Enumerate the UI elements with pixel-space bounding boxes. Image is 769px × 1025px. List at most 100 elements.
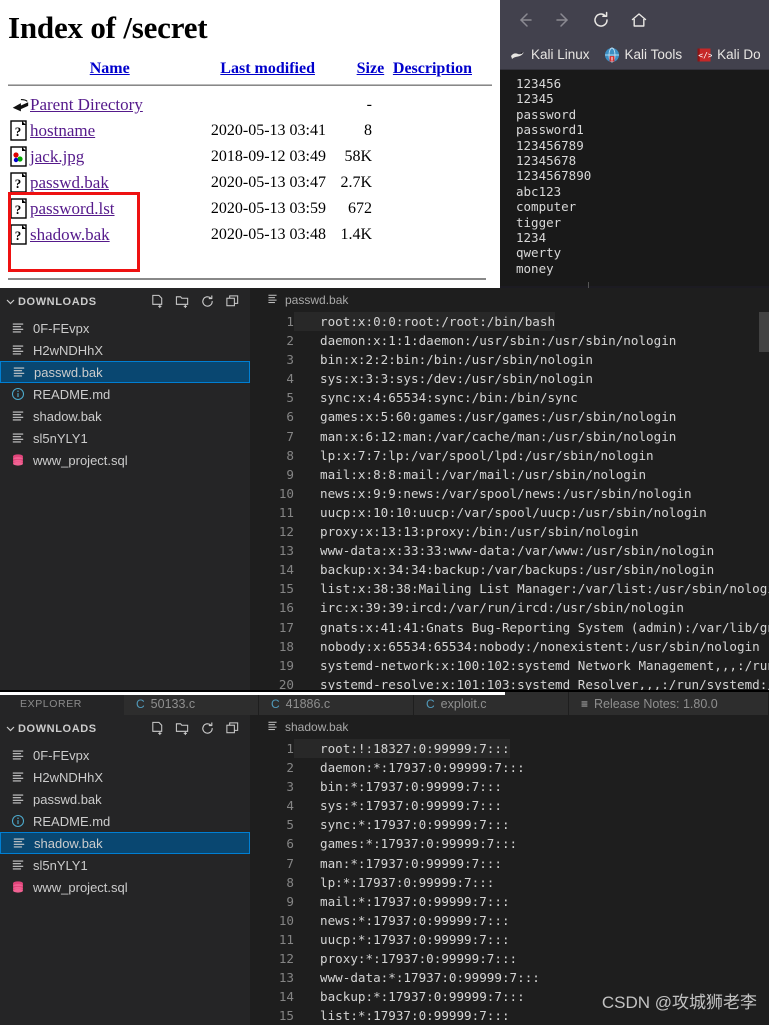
new-folder-icon[interactable] — [174, 721, 190, 737]
reload-icon[interactable] — [590, 9, 612, 31]
last-modified-cell: 2018-09-12 03:49 — [175, 148, 330, 166]
line-number: 18 — [258, 637, 294, 656]
bookmark-label: Kali Do — [717, 47, 761, 62]
vscode-window-top: DOWNLOADS 0F-FEvpxH2wNDHhXpasswd.bakREAD… — [0, 288, 769, 692]
file-link[interactable]: password.lst — [30, 199, 115, 218]
tab-label: 50133.c — [151, 697, 195, 711]
back-arrow-icon — [0, 94, 30, 116]
line-number: 12 — [258, 949, 294, 968]
vertical-scrollbar[interactable] — [759, 312, 769, 352]
text-file-icon — [10, 747, 26, 763]
text-file-icon — [266, 719, 279, 735]
file-item-label: sl5nYLY1 — [33, 858, 88, 873]
tab-41886.c[interactable]: C41886.c — [259, 692, 414, 715]
file-link[interactable]: Parent Directory — [30, 95, 143, 114]
new-folder-icon[interactable] — [174, 294, 190, 310]
password-entry: 1234 — [516, 230, 769, 245]
column-size[interactable]: Size — [348, 60, 393, 84]
file-item-h2wndhhx[interactable]: H2wNDHhX — [0, 766, 250, 788]
file-item-passwd-bak[interactable]: passwd.bak — [0, 361, 250, 383]
file-link-cell: hostname — [30, 121, 175, 141]
directory-row: ? shadow.bak 2020-05-13 03:481.4K — [0, 222, 500, 248]
chevron-down-icon[interactable] — [2, 296, 18, 307]
line-text: uucp:*:17937:0:99999:7::: — [294, 930, 510, 949]
file-item-shadow-bak[interactable]: shadow.bak — [0, 405, 250, 427]
breadcrumb[interactable]: passwd.bak — [258, 288, 769, 312]
collapse-all-icon[interactable] — [224, 721, 240, 737]
code-content-passwd[interactable]: 1root:x:0:0:root:/root:/bin/bash2daemon:… — [258, 312, 769, 692]
code-content-shadow[interactable]: 1root:!:18327:0:99999:7:::2daemon:*:1793… — [258, 739, 769, 1025]
line-text: man:*:17937:0:99999:7::: — [294, 854, 502, 873]
browser-window: Kali Linux Kali Tools </> Kali Do 123456123… — [500, 0, 769, 288]
column-description[interactable]: Description — [393, 60, 500, 84]
unknown-file-icon: ? — [0, 198, 30, 220]
new-file-icon[interactable] — [149, 721, 165, 737]
file-link[interactable]: shadow.bak — [30, 225, 110, 244]
file-item-www-project-sql[interactable]: www_project.sql — [0, 449, 250, 471]
code-line: 11uucp:*:17937:0:99999:7::: — [258, 930, 769, 949]
bookmark-kali-tools[interactable]: Kali Tools — [604, 47, 683, 63]
file-item-readme-md[interactable]: README.md — [0, 810, 250, 832]
line-number: 3 — [258, 350, 294, 369]
line-text: uucp:x:10:10:uucp:/var/spool/uucp:/usr/s… — [294, 503, 707, 522]
database-icon — [10, 879, 26, 895]
tab-label: Release Notes: 1.80.0 — [594, 697, 718, 711]
image-file-icon — [0, 146, 30, 168]
browser-toolbar — [500, 0, 769, 40]
kali-docs-book-icon: </> — [696, 47, 712, 63]
line-text: news:*:17937:0:99999:7::: — [294, 911, 510, 930]
password-list-content: 12345612345passwordpassword1123456789123… — [500, 70, 769, 286]
c-file-icon: C — [426, 697, 435, 711]
line-number: 4 — [258, 369, 294, 388]
code-line: 4sys:x:3:3:sys:/dev:/usr/sbin/nologin — [258, 369, 769, 388]
line-text: man:x:6:12:man:/var/cache/man:/usr/sbin/… — [294, 427, 676, 446]
breadcrumb-bottom[interactable]: shadow.bak — [258, 715, 769, 739]
column-last-modified[interactable]: Last modified — [187, 60, 348, 84]
file-item-0f-fevpx[interactable]: 0F-FEvpx — [0, 317, 250, 339]
new-file-icon[interactable] — [149, 294, 165, 310]
bookmark-kali-linux[interactable]: Kali Linux — [510, 47, 590, 63]
password-entry: password — [516, 107, 769, 122]
line-text: daemon:*:17937:0:99999:7::: — [294, 758, 525, 777]
file-item-shadow-bak[interactable]: shadow.bak — [0, 832, 250, 854]
file-item-readme-md[interactable]: README.md — [0, 383, 250, 405]
refresh-icon[interactable] — [199, 721, 215, 737]
tab-exploit.c[interactable]: Cexploit.c — [414, 692, 569, 715]
text-file-icon — [10, 320, 26, 336]
unknown-file-icon: ? — [0, 120, 30, 142]
markdown-file-icon: ≡ — [581, 697, 588, 711]
collapse-all-icon[interactable] — [224, 294, 240, 310]
watermark: CSDN @攻城狮老李 — [602, 988, 757, 1013]
line-number: 14 — [258, 560, 294, 579]
size-cell: 1.4K — [330, 226, 372, 244]
line-number: 12 — [258, 522, 294, 541]
file-item-label: H2wNDHhX — [33, 343, 103, 358]
file-explorer-list: 0F-FEvpx H2wNDHhX passwd.bak README.md shado… — [0, 315, 250, 692]
file-item-sl5nyly1[interactable]: sl5nYLY1 — [0, 427, 250, 449]
home-icon[interactable] — [628, 9, 650, 31]
tab-release-notes-1.80.0[interactable]: ≡ Release Notes: 1.80.0 — [569, 692, 769, 715]
bookmark-kali-do[interactable]: </> Kali Do — [696, 47, 761, 63]
file-item-sl5nyly1[interactable]: sl5nYLY1 — [0, 854, 250, 876]
line-text: bin:x:2:2:bin:/bin:/usr/sbin/nologin — [294, 350, 593, 369]
file-item-www-project-sql[interactable]: www_project.sql — [0, 876, 250, 898]
file-link[interactable]: jack.jpg — [30, 147, 84, 166]
breadcrumb-filename: passwd.bak — [285, 293, 348, 307]
directory-row: ?passwd.bak2020-05-13 03:472.7K — [0, 170, 500, 196]
file-item-passwd-bak[interactable]: passwd.bak — [0, 788, 250, 810]
chevron-down-icon[interactable] — [2, 723, 18, 734]
last-modified-cell: 2020-05-13 03:48 — [175, 226, 330, 244]
file-item-h2wndhhx[interactable]: H2wNDHhX — [0, 339, 250, 361]
file-item-0f-fevpx[interactable]: 0F-FEvpx — [0, 744, 250, 766]
file-link[interactable]: passwd.bak — [30, 173, 109, 192]
svg-text:?: ? — [15, 228, 22, 243]
column-name[interactable]: Name — [32, 60, 187, 84]
text-file-icon — [10, 342, 26, 358]
text-file-icon — [11, 364, 27, 380]
refresh-icon[interactable] — [199, 294, 215, 310]
file-item-label: README.md — [33, 387, 110, 402]
file-link[interactable]: hostname — [30, 121, 95, 140]
line-text: gnats:x:41:41:Gnats Bug-Reporting System… — [294, 618, 769, 637]
tab-50133.c[interactable]: C50133.c — [124, 692, 259, 715]
line-number: 13 — [258, 968, 294, 987]
